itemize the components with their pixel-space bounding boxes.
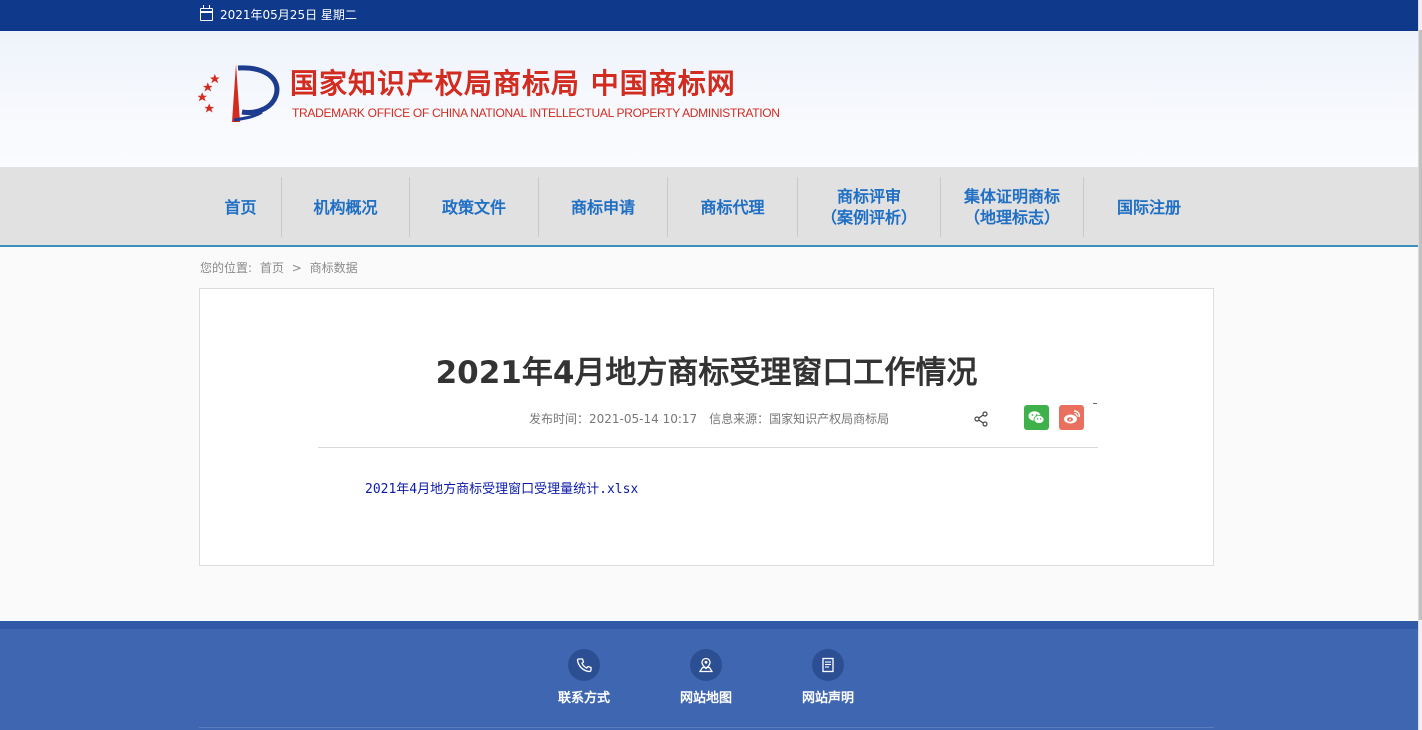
nav-label: 商标评审 <box>836 187 901 206</box>
site-footer: 联系方式 网站地图 网站声明 <box>0 621 1418 730</box>
footer-sitemap-label: 网站地图 <box>679 691 732 706</box>
share-icon[interactable] <box>973 411 989 427</box>
footer-sitemap[interactable]: 网站地图 <box>661 649 751 707</box>
article-panel: 2021年4月地方商标受理窗口工作情况 发布时间：2021-05-14 10:1… <box>199 288 1214 566</box>
nav-item-international[interactable]: 国际注册 <box>1084 177 1214 237</box>
top-bar: 2021年05月25日 星期二 <box>0 0 1418 31</box>
nav-label: 机构概况 <box>313 197 378 217</box>
nav-item-home[interactable]: 首页 <box>200 177 281 237</box>
nav-item-collective[interactable]: 集体证明商标 （地理标志） <box>941 177 1083 237</box>
document-icon <box>812 649 844 681</box>
footer-contact-label: 联系方式 <box>557 691 610 706</box>
nav-item-policy[interactable]: 政策文件 <box>410 177 538 237</box>
article-title: 2021年4月地方商标受理窗口工作情况 <box>435 355 978 391</box>
nav-item-review[interactable]: 商标评审 （案例评析） <box>798 177 940 237</box>
wechat-icon[interactable] <box>1024 405 1049 430</box>
breadcrumb-separator: > <box>291 261 302 275</box>
breadcrumb-current-link[interactable]: 商标数据 <box>310 261 358 275</box>
current-date: 2021年05月25日 星期二 <box>220 8 357 22</box>
nav-label-sub: （案例评析） <box>820 208 917 227</box>
nav-item-agency[interactable]: 商标代理 <box>668 177 797 237</box>
title-divider <box>318 447 1098 448</box>
cnipa-logo[interactable] <box>198 60 282 126</box>
map-icon <box>690 649 722 681</box>
breadcrumb-home-link[interactable]: 首页 <box>260 261 284 275</box>
site-title-cn: 国家知识产权局商标局 中国商标网 <box>290 67 736 100</box>
nav-label-sub: （地理标志） <box>963 208 1060 227</box>
nav-item-application[interactable]: 商标申请 <box>539 177 667 237</box>
article-meta: 发布时间：2021-05-14 10:17 信息来源：国家知识产权局商标局 <box>529 411 889 427</box>
article-source: 国家知识产权局商标局 <box>769 412 890 426</box>
footer-divider <box>199 727 1214 728</box>
publish-time-label: 发布时间： <box>529 412 590 426</box>
site-header: 国家知识产权局商标局 中国商标网 TRADEMARK OFFICE OF CHI… <box>0 31 1418 167</box>
footer-contact[interactable]: 联系方式 <box>539 649 629 707</box>
main-nav: 首页 机构概况 政策文件 商标申请 商标代理 商标评审 （案例评析） 集体证明商… <box>0 167 1418 247</box>
share-divider <box>1093 403 1097 404</box>
publish-time: 2021-05-14 10:17 <box>589 412 698 426</box>
breadcrumb-prefix: 您的位置: <box>200 261 253 275</box>
breadcrumb: 您的位置: 首页 > 商标数据 <box>200 261 362 275</box>
calendar-icon <box>200 5 213 21</box>
nav-label: 首页 <box>224 197 257 217</box>
nav-item-about[interactable]: 机构概况 <box>282 177 409 237</box>
page-scrollbar[interactable] <box>1418 0 1422 730</box>
nav-label: 国际注册 <box>1116 197 1181 217</box>
site-title-en: TRADEMARK OFFICE OF CHINA NATIONAL INTEL… <box>292 106 780 120</box>
source-label: 信息来源： <box>709 412 770 426</box>
footer-statement[interactable]: 网站声明 <box>783 649 873 707</box>
phone-icon <box>568 649 600 681</box>
nav-label: 政策文件 <box>441 197 506 217</box>
nav-label: 商标申请 <box>570 197 635 217</box>
nav-label: 集体证明商标 <box>963 187 1060 206</box>
attachment-link[interactable]: 2021年4月地方商标受理窗口受理量统计.xlsx <box>365 482 638 498</box>
nav-label: 商标代理 <box>700 197 765 217</box>
footer-statement-label: 网站声明 <box>801 691 854 706</box>
weibo-icon[interactable] <box>1059 405 1084 430</box>
